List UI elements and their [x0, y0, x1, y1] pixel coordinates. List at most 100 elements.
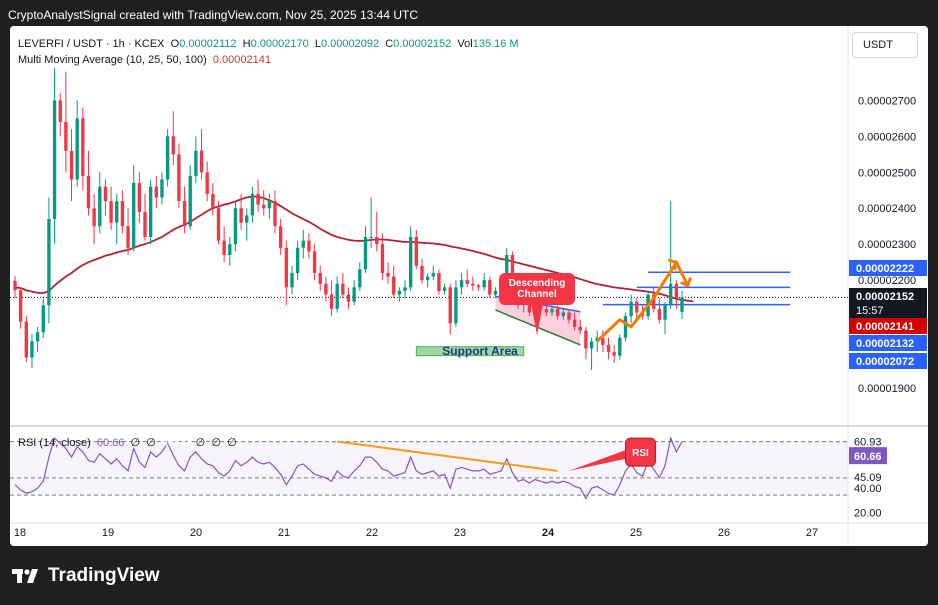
candle-body [250, 193, 255, 216]
price-label-value: 0.00002152 [856, 291, 914, 303]
price-tick-label: 0.00002700 [858, 95, 916, 107]
candle-body [589, 341, 594, 349]
candle-body [392, 276, 396, 295]
price-label-value: 0.00002222 [856, 263, 914, 275]
candle-body [459, 280, 464, 288]
rsi-value: 60.66 [96, 437, 125, 449]
candle-body [375, 237, 379, 245]
candle-body [233, 208, 238, 245]
candle-body [267, 201, 272, 209]
candle-body [35, 332, 40, 342]
candle-body [629, 301, 633, 317]
rsi-name[interactable]: RSI (14, close) [18, 437, 91, 449]
price-label-value: 0.00002141 [856, 321, 914, 333]
indicator-line: Multi Moving Average (10, 25, 50, 100) 0… [18, 52, 519, 68]
time-tick-label: 25 [630, 527, 642, 539]
symbol-name[interactable]: LEVERFI / USDT · 1h · KCEX [18, 38, 165, 50]
candle-body [30, 341, 34, 358]
tradingview-logo[interactable]: TradingView [12, 562, 160, 590]
price-tick-label: 0.00002600 [858, 131, 916, 143]
candle-body [555, 308, 560, 317]
candle-body [64, 121, 68, 151]
candle-body [346, 294, 351, 302]
candle-body [194, 150, 198, 176]
candle-body [239, 208, 243, 223]
rsi-axis-label: 60.66 [854, 451, 882, 463]
price-tick-label: 0.00001900 [858, 383, 916, 395]
candle-body [476, 285, 481, 288]
candle-body [69, 150, 74, 180]
candle-body [137, 183, 142, 212]
candle-body [408, 237, 413, 288]
candle-body [75, 118, 79, 180]
time-tick-label: 19 [102, 527, 114, 539]
candle-body [81, 118, 85, 176]
price-tick-label: 0.00002200 [858, 275, 916, 287]
candle-body [295, 247, 300, 273]
candle-body [572, 319, 577, 327]
candle-body [635, 301, 639, 313]
candle-body [160, 179, 164, 198]
currency-button[interactable]: USDT [852, 32, 918, 58]
candle-body [618, 337, 622, 356]
candle-body [488, 280, 492, 295]
candle [24, 316, 28, 363]
candle-body [403, 287, 407, 291]
high-value: 0.00002170 [250, 38, 309, 50]
time-tick-label: 20 [190, 527, 202, 539]
candle-body [188, 175, 192, 227]
candle-body [256, 193, 260, 205]
candle-body [154, 186, 158, 198]
candle-body [284, 247, 289, 288]
open-value: 0.00002112 [179, 38, 237, 50]
candle-body [578, 326, 582, 331]
candle-body [120, 201, 125, 227]
time-tick-label: 18 [14, 527, 26, 539]
candle-body [86, 175, 91, 209]
candle-body [561, 312, 565, 317]
candle-body [222, 240, 226, 255]
candle-body [109, 201, 113, 223]
time-tick-label: 21 [278, 527, 290, 539]
candle-body [550, 308, 554, 313]
time-tick-label: 26 [718, 527, 730, 539]
candle [618, 334, 622, 360]
price-tick-label: 0.00002300 [858, 239, 916, 251]
symbol-line: LEVERFI / USDT · 1h · KCEX O0.00002112 H… [18, 38, 519, 50]
candle-body [680, 297, 684, 312]
time-tick-label: 24 [542, 527, 555, 539]
countdown-label: 15:57 [856, 305, 884, 317]
indicator-name[interactable]: Multi Moving Average (10, 25, 50, 100) [18, 54, 207, 66]
candle-body [92, 208, 96, 227]
rsi-axis-label: 60.93 [854, 437, 882, 449]
tradingview-logo-icon [12, 569, 38, 583]
candle-body [132, 183, 136, 248]
candle-body [165, 136, 170, 180]
rsi-axis-label: 40.00 [854, 483, 882, 495]
channel-callout-text: Descending [509, 278, 566, 289]
rsi-band [10, 441, 848, 496]
candle-body [448, 287, 452, 324]
candle-body [278, 226, 283, 248]
candle-body [182, 201, 187, 227]
candle-body [335, 283, 339, 309]
candle-body [669, 283, 673, 306]
price-chart[interactable]: Support Area DescendingChannel 0.0000270… [10, 26, 928, 546]
logo-text: TradingView [48, 565, 160, 586]
price-tick-label: 0.00002500 [858, 167, 916, 179]
candle-body [363, 237, 368, 270]
candle-body [318, 272, 322, 284]
candle [437, 269, 441, 295]
time-tick-label: 23 [454, 527, 466, 539]
candle-body [465, 280, 469, 284]
chart-caption: CryptoAnalystSignal created with Trading… [8, 8, 418, 22]
candle-body [471, 283, 475, 286]
candle-body [13, 280, 17, 291]
chart-frame: Support Area Descending Channel 0.0000270… [10, 26, 928, 546]
candle-body [369, 237, 373, 238]
candle-body [329, 294, 334, 309]
candle [623, 312, 628, 342]
channel-callout-text: Channel [517, 289, 557, 300]
candle-body [544, 308, 549, 313]
candle-body [103, 186, 108, 202]
